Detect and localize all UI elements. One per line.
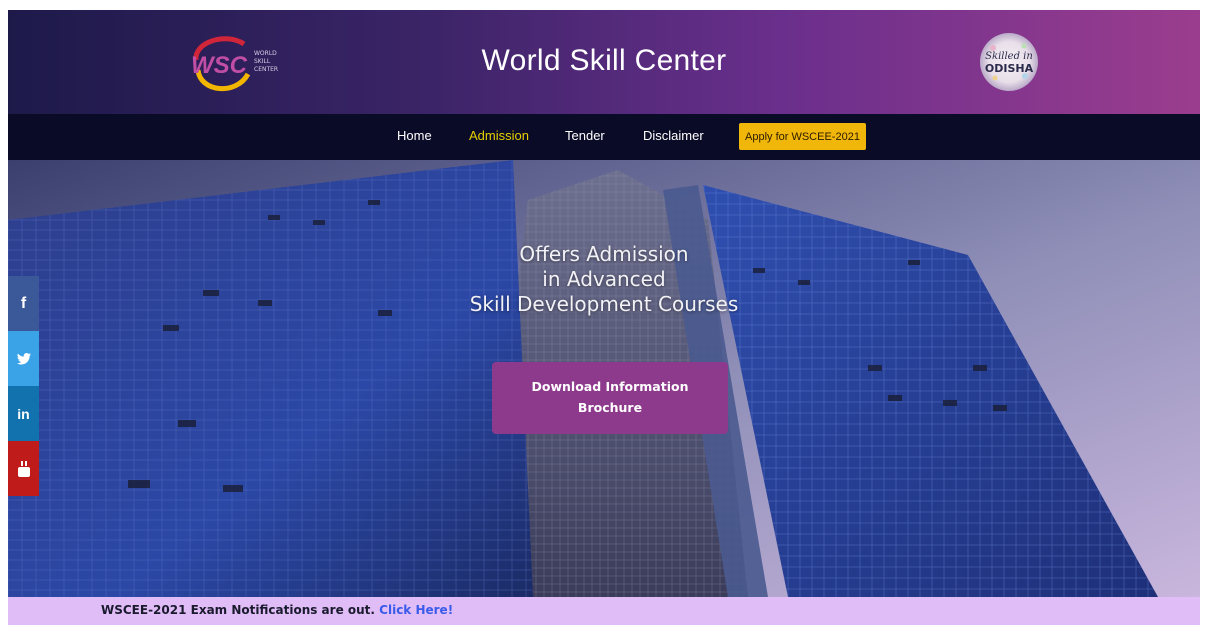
twitter-icon[interactable] xyxy=(8,331,39,386)
nav-item-disclaimer[interactable]: Disclaimer xyxy=(643,128,704,143)
youtube-icon[interactable] xyxy=(8,441,39,496)
facebook-icon[interactable]: f xyxy=(8,276,39,331)
ticker-content: WSCEE-2021 Exam Notifications are out. C… xyxy=(101,603,453,617)
hero-line-2: in Advanced xyxy=(542,267,666,291)
nav-item-admission[interactable]: Admission xyxy=(469,128,529,143)
hero-banner: Offers Admission in Advanced Skill Devel… xyxy=(8,160,1200,597)
skilled-in-odisha-logo[interactable]: Skilled in ODISHA xyxy=(979,32,1039,92)
twitter-bird-glyph xyxy=(16,352,31,364)
linkedin-icon[interactable]: in xyxy=(8,386,39,441)
site-header: WSC WORLD SKILL CENTER World Skill Cente… xyxy=(8,10,1200,114)
svg-text:Skilled in: Skilled in xyxy=(985,51,1033,62)
apply-wscee-button[interactable]: Apply for WSCEE-2021 xyxy=(739,123,866,150)
main-nav: Home Admission Tender Disclaimer Apply f… xyxy=(8,114,1200,160)
svg-text:ODISHA: ODISHA xyxy=(985,62,1034,75)
page-frame: WSC WORLD SKILL CENTER World Skill Cente… xyxy=(8,10,1200,625)
ticker-message: WSCEE-2021 Exam Notifications are out. xyxy=(101,603,375,617)
hero-headline: Offers Admission in Advanced Skill Devel… xyxy=(8,242,1200,317)
hero-line-1: Offers Admission xyxy=(519,242,689,266)
download-button-line-1: Download Information xyxy=(531,379,689,394)
download-button-line-2: Brochure xyxy=(577,400,643,415)
nav-item-tender[interactable]: Tender xyxy=(565,128,605,143)
notification-ticker: WSCEE-2021 Exam Notifications are out. C… xyxy=(8,597,1200,625)
nav-item-home[interactable]: Home xyxy=(397,128,432,143)
download-brochure-button[interactable]: Download Information Brochure xyxy=(492,362,728,434)
social-sidebar: f in xyxy=(8,276,39,496)
hero-line-3: Skill Development Courses xyxy=(469,292,739,316)
ticker-click-here-link[interactable]: Click Here! xyxy=(379,603,453,617)
youtube-glyph xyxy=(17,460,30,477)
